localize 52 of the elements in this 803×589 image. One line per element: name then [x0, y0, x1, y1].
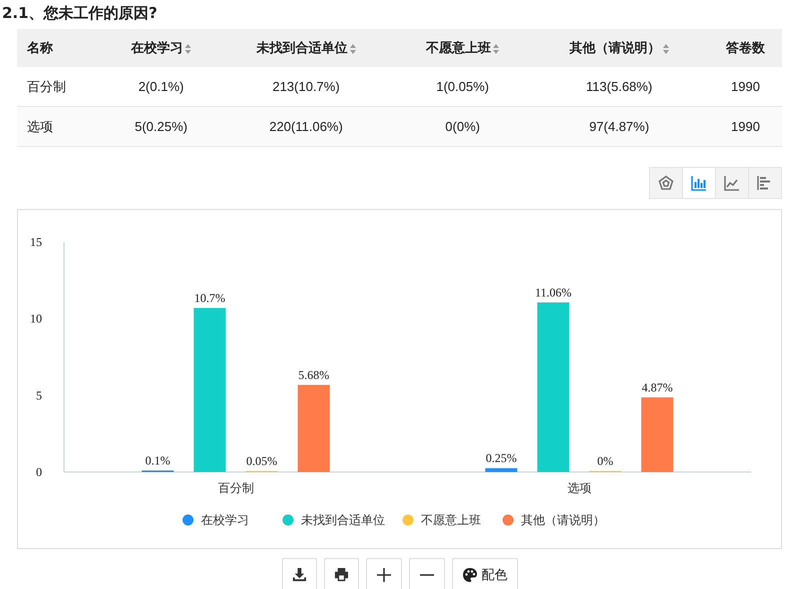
value-label: 4.87%: [642, 380, 673, 394]
sort-icon[interactable]: [185, 44, 192, 54]
palette-button[interactable]: 配色: [452, 558, 518, 589]
table-cell: 1990: [709, 106, 782, 146]
value-label: 11.06%: [534, 285, 572, 300]
legend-label[interactable]: 在校学习: [201, 513, 249, 527]
y-tick-label: 15: [30, 235, 42, 249]
question-title: 2.1、您未工作的原因?: [2, 3, 158, 24]
value-label: 10.7%: [194, 290, 226, 305]
bar-chart-button[interactable]: [682, 167, 716, 199]
printer-icon[interactable]: [334, 567, 348, 582]
table-cell: 选项: [17, 106, 106, 146]
pentagon-icon[interactable]: [658, 175, 674, 191]
y-tick-label: 0: [36, 465, 42, 479]
column-header[interactable]: 在校学习: [106, 29, 216, 67]
category-label: 选项: [567, 481, 592, 495]
sort-icon[interactable]: [662, 44, 669, 54]
zoom-out-button[interactable]: [408, 558, 444, 589]
y-tick-label: 5: [36, 388, 42, 402]
table-cell: 97(4.87%): [529, 106, 710, 146]
hbar-chart-button[interactable]: [748, 167, 782, 199]
value-label: 0.05%: [246, 454, 278, 468]
download-button[interactable]: [282, 558, 316, 589]
value-label: 0.25%: [486, 451, 517, 466]
table-cell: 220(11.06%): [216, 106, 396, 146]
legend-label[interactable]: 不愿意上班: [421, 513, 481, 527]
radar-chart-button[interactable]: [649, 167, 683, 199]
column-header: 名称: [17, 29, 106, 67]
zoom-in-button[interactable]: [366, 558, 402, 589]
value-label: 0.1%: [145, 453, 170, 468]
bar-chart-icon[interactable]: [691, 175, 707, 191]
download-icon[interactable]: [292, 567, 306, 582]
column-header: 答卷数: [709, 29, 782, 67]
plus-icon[interactable]: [376, 566, 392, 582]
y-tick-label: 10: [30, 312, 42, 326]
sort-icon[interactable]: [493, 44, 500, 54]
table-cell: 5(0.25%): [106, 106, 216, 146]
column-header[interactable]: 未找到合适单位: [216, 29, 396, 67]
column-header[interactable]: 不愿意上班: [396, 29, 530, 67]
palette-icon[interactable]: [462, 566, 478, 582]
column-header[interactable]: 其他（请说明）: [529, 29, 710, 67]
sort-icon[interactable]: [350, 44, 356, 54]
value-label: 0%: [597, 454, 614, 468]
category-label: 百分制: [218, 481, 254, 495]
horizontal-bar-icon[interactable]: [757, 175, 773, 191]
table-cell: 0(0%): [396, 106, 530, 146]
value-label: 5.68%: [298, 368, 330, 382]
legend-label[interactable]: 未找到合适单位: [301, 513, 385, 527]
line-chart-icon[interactable]: [724, 175, 740, 191]
legend-label[interactable]: 其他（请说明）: [521, 513, 605, 527]
print-button[interactable]: [324, 558, 358, 589]
line-chart-button[interactable]: [715, 167, 749, 199]
